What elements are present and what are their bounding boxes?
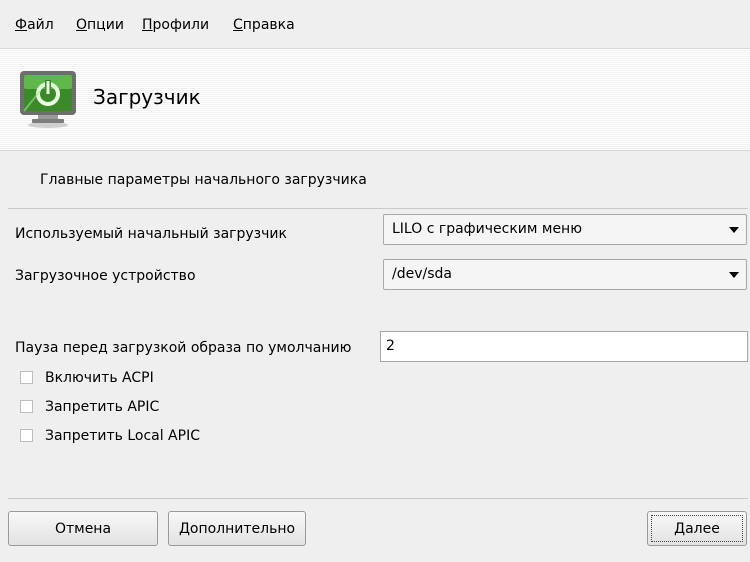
boot-device-select-value: /dev/sda <box>392 266 452 282</box>
disable-local-apic-checkbox[interactable] <box>20 429 33 442</box>
bootloader-label: Используемый начальный загрузчик <box>15 226 287 242</box>
menu-help[interactable]: Справка <box>233 17 295 33</box>
menu-options[interactable]: Опции <box>76 17 124 33</box>
disable-local-apic-label: Запретить Local APIC <box>45 428 200 444</box>
menu-file[interactable]: Файл <box>15 17 54 33</box>
section-description: Главные параметры начального загрузчика <box>40 172 367 188</box>
page-title: Загрузчик <box>93 85 201 109</box>
divider <box>8 498 748 499</box>
enable-acpi-checkbox[interactable] <box>20 371 33 384</box>
delay-field-box <box>380 331 748 362</box>
cancel-button[interactable]: Отмена <box>8 511 158 546</box>
boot-device-select[interactable]: /dev/sda <box>383 259 747 290</box>
delay-input[interactable] <box>386 338 736 354</box>
menu-profiles[interactable]: Профили <box>142 17 209 33</box>
chevron-down-icon <box>729 227 739 233</box>
menu-bar: Файл Опции Профили Справка <box>0 0 750 40</box>
disable-apic-checkbox[interactable] <box>20 400 33 413</box>
disable-apic-label: Запретить APIC <box>45 399 160 415</box>
chevron-down-icon <box>729 272 739 278</box>
delay-label: Пауза перед загрузкой образа по умолчани… <box>15 340 352 356</box>
divider <box>8 208 748 209</box>
boot-device-label: Загрузочное устройство <box>15 268 196 284</box>
header-banner: Загрузчик <box>0 48 750 151</box>
bootloader-select-value: LILO с графическим меню <box>392 221 582 237</box>
bootloader-select[interactable]: LILO с графическим меню <box>383 214 747 245</box>
next-button[interactable]: Далее <box>647 511 747 546</box>
bootloader-monitor-power-icon <box>20 71 76 128</box>
advanced-button[interactable]: Дополнительно <box>168 511 306 546</box>
enable-acpi-label: Включить ACPI <box>45 370 154 386</box>
